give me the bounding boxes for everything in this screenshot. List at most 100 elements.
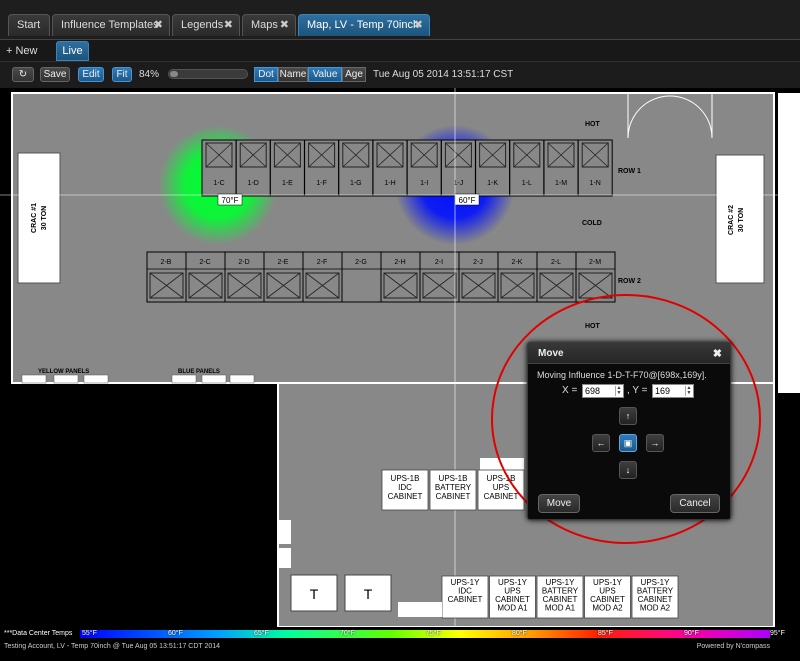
rack-label: 2-L	[551, 259, 561, 266]
cancel-button[interactable]: Cancel	[670, 494, 720, 513]
ups-cabinet-label: UPS-1B	[391, 474, 420, 483]
rack[interactable]	[440, 139, 476, 197]
sub-nav: + New Live	[0, 40, 800, 62]
rack[interactable]	[577, 139, 613, 197]
y-coordinate-input[interactable]: 169 ▲ ▼	[652, 384, 694, 398]
close-icon[interactable]: ✖	[280, 15, 289, 36]
fit-button[interactable]: Fit	[112, 67, 132, 82]
mode-value-toggle[interactable]: Value	[308, 67, 342, 82]
right-wall	[778, 93, 800, 393]
refresh-button[interactable]: ↻	[12, 67, 34, 82]
refresh-icon: ↻	[18, 69, 28, 80]
rack-label: 2-M	[589, 259, 601, 266]
close-icon[interactable]: ✖	[154, 15, 163, 36]
arrow-left-icon: ←	[596, 438, 606, 448]
rack-row-1: 1-C 1-D 1-E 1-F 1-G 1-H 1-I 1-J 1-K 1-L 1-M 1-N	[201, 139, 613, 197]
y-label: , Y =	[627, 385, 648, 396]
blue-panels-label: BLUE PANELS	[178, 369, 220, 375]
wall-block-2	[279, 548, 291, 568]
rack-label: 2-K	[512, 259, 523, 266]
crac-2-capacity: 30 TON	[738, 208, 745, 232]
arrow-up-icon: ↑	[625, 411, 631, 421]
tab-label: Start	[17, 19, 41, 31]
hot-aisle-label: HOT	[585, 121, 601, 128]
rack-label: 2-G	[355, 259, 367, 266]
row-2-label: ROW 2	[618, 278, 641, 285]
tab-maps[interactable]: Maps ✖	[242, 14, 296, 36]
rack-label: 1-L	[522, 180, 532, 187]
transformer-1-label: T	[310, 586, 319, 602]
center-button[interactable]: ▣	[619, 434, 637, 452]
hot-aisle-label-2: HOT	[585, 323, 601, 330]
close-icon[interactable]: ✖	[224, 15, 233, 36]
rack[interactable]	[406, 139, 442, 197]
y-spinner-icon[interactable]: ▲ ▼	[685, 386, 692, 396]
move-down-button[interactable]: ↓	[619, 461, 637, 479]
move-right-button[interactable]: →	[646, 434, 664, 452]
rack[interactable]	[543, 139, 579, 197]
legend-tick: 95°F	[770, 630, 785, 637]
ups-cabinet-label: IDC	[398, 483, 412, 492]
mode-age-toggle[interactable]: Age	[342, 67, 366, 82]
crac-1-label: CRAC #1	[31, 203, 38, 233]
x-coordinate-input[interactable]: 698 ▲ ▼	[582, 384, 624, 398]
edit-button[interactable]: Edit	[78, 67, 104, 82]
legend-name: ***Data Center Temps	[4, 630, 73, 637]
move-button[interactable]: Move	[538, 494, 580, 513]
ups-cabinet-label: MOD A1	[497, 604, 528, 613]
crac-1-capacity: 30 TON	[41, 206, 48, 230]
rack[interactable]	[509, 139, 545, 197]
x-value: 698	[585, 386, 601, 396]
crac-2-label: CRAC #2	[728, 205, 735, 235]
tab-start[interactable]: Start	[8, 14, 50, 36]
mode-name-toggle[interactable]: Name	[278, 67, 308, 82]
rack[interactable]	[269, 139, 305, 197]
close-icon[interactable]: ✖	[713, 347, 722, 360]
influence-60f-value: 60°F	[459, 196, 476, 205]
rack-label: 2-H	[394, 259, 405, 266]
server-room-floor	[11, 92, 775, 384]
legend-tick: 55°F	[82, 630, 97, 637]
rack-label: 2-C	[199, 259, 210, 266]
tab-label: Legends	[181, 19, 224, 31]
rack[interactable]	[235, 139, 271, 197]
map-timestamp: Tue Aug 05 2014 13:51:17 CST	[373, 69, 514, 80]
influence-70f-value: 70°F	[222, 196, 239, 205]
legend-bar: ***Data Center Temps 55°F 60°F 65°F 70°F 75°…	[0, 627, 800, 661]
ups-cabinet-label: MOD A2	[592, 604, 623, 613]
tab-legends[interactable]: Legends ✖	[172, 14, 240, 36]
zoom-level: 84%	[139, 69, 160, 80]
rack-label: 1-G	[350, 180, 362, 187]
zoom-slider[interactable]	[168, 69, 248, 79]
rack-label: 1-M	[555, 180, 567, 187]
rack[interactable]	[372, 139, 408, 197]
rack-label: 2-D	[238, 259, 249, 266]
save-button[interactable]: Save	[40, 67, 70, 82]
tab-influence-templates[interactable]: Influence Templates ✖	[52, 14, 170, 36]
move-up-button[interactable]: ↑	[619, 407, 637, 425]
legend-tick: 80°F	[512, 630, 527, 637]
arrow-down-icon: ↓	[625, 465, 631, 475]
move-left-button[interactable]: ←	[592, 434, 610, 452]
status-text: Testing Account, LV - Temp 70inch @ Tue …	[4, 643, 221, 650]
yellow-panels-label: YELLOW PANELS	[38, 369, 89, 375]
rack[interactable]	[475, 139, 511, 197]
ups-cabinet-label: MOD A1	[545, 604, 576, 613]
x-spinner-icon[interactable]: ▲ ▼	[615, 386, 622, 396]
ups-top-cabinets: UPS-1BIDCCABINETUPS-1BBATTERYCABINETUPS-…	[381, 469, 525, 511]
tab-map-lv-temp[interactable]: Map, LV - Temp 70inch ✖	[298, 14, 430, 36]
rack-label: 2-I	[435, 259, 443, 266]
zoom-slider-thumb[interactable]	[170, 71, 178, 77]
rack[interactable]	[201, 139, 237, 197]
rack-label: 2-F	[317, 259, 328, 266]
ups-cabinet-label: CABINET	[388, 492, 423, 501]
rack[interactable]	[304, 139, 340, 197]
new-button[interactable]: + New	[6, 43, 38, 59]
rack-label: 2-J	[473, 259, 483, 266]
rack[interactable]	[338, 139, 374, 197]
mode-dot-toggle[interactable]: Dot	[254, 67, 278, 82]
rack-label: 1-H	[384, 180, 395, 187]
live-tab[interactable]: Live	[56, 41, 89, 61]
rack-label: 1-C	[213, 180, 224, 187]
close-icon[interactable]: ✖	[414, 15, 423, 36]
